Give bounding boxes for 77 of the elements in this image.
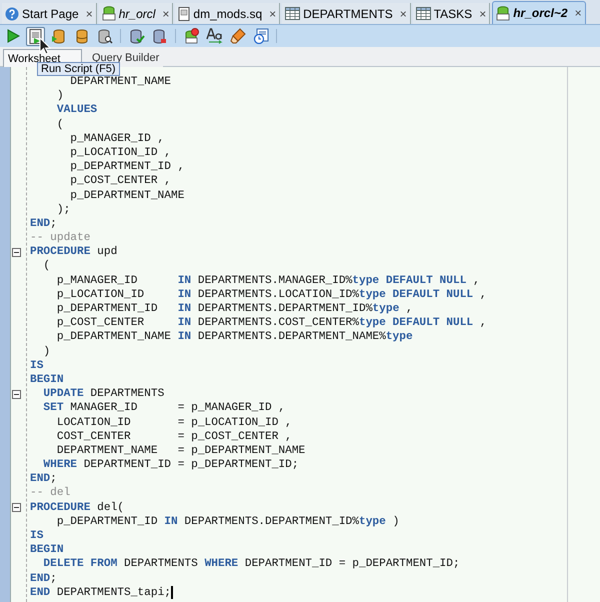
- play-icon: [6, 29, 20, 43]
- mouse-pointer-icon: [39, 37, 51, 55]
- code-line: p_DEPARTMENT_ID IN DEPARTMENTS.DEPARTMENT_ID%type ,: [56, 302, 413, 316]
- tab-label: hr_orcl: [118, 6, 156, 22]
- tooltip: Run Script (F5): [37, 62, 120, 76]
- code-line: IS: [30, 529, 44, 544]
- document-icon: [178, 6, 190, 20]
- code-line: ): [56, 89, 64, 104]
- code-line: (: [42, 259, 50, 274]
- code-line: PROCEDURE del(: [30, 500, 124, 515]
- eraser-icon: [230, 28, 246, 44]
- code-line: p_COST_CENTER IN DEPARTMENTS.COST_CENTER%type DEFAULT NULL ,: [56, 316, 487, 330]
- editor-tab[interactable]: dm_mods.sq ×: [175, 3, 280, 24]
- code-line: BEGIN: [30, 372, 64, 388]
- code-line: PROCEDURE upd: [30, 245, 118, 260]
- code-line: SET MANAGER_ID = p_MANAGER_ID ,: [42, 401, 286, 416]
- code-line: p_MANAGER_ID ,: [69, 132, 164, 146]
- code-line: VALUES: [56, 103, 98, 118]
- database-undo-icon: [152, 28, 168, 44]
- table-icon: [285, 7, 300, 20]
- code-line: END;: [30, 572, 57, 586]
- code-line: p_MANAGER_ID IN DEPARTMENTS.MANAGER_ID%type DEFAULT NULL ,: [56, 274, 480, 288]
- collapse-icon[interactable]: [12, 248, 21, 257]
- tab-label: TASKS: [434, 6, 472, 22]
- editor-tab[interactable]: hr_orcl~2 ×: [492, 1, 586, 24]
- help-icon: [5, 6, 19, 20]
- code-line: BEGIN: [30, 543, 64, 558]
- letter-case-icon: [206, 28, 223, 44]
- database-gear-icon: [184, 28, 200, 44]
- database-play-icon: [50, 28, 66, 44]
- editor-tab[interactable]: DEPARTMENTS ×: [282, 3, 411, 24]
- code-line: -- del: [30, 486, 70, 501]
- editor-tab[interactable]: TASKS ×: [412, 3, 490, 24]
- tab-label: Start Page: [22, 6, 79, 22]
- code-line: LOCATION_ID = p_LOCATION_ID ,: [56, 416, 292, 430]
- code-line: p_COST_CENTER ,: [69, 174, 171, 189]
- code-line: UPDATE DEPARTMENTS: [42, 387, 164, 402]
- collapse-icon[interactable]: [12, 503, 21, 512]
- code-line: p_LOCATION_ID ,: [69, 146, 171, 160]
- code-line: p_DEPARTMENT_NAME IN DEPARTMENTS.DEPARTMENT_NAME%type: [56, 330, 413, 345]
- code-line: -- update: [30, 231, 90, 246]
- code-line: END;: [30, 216, 57, 232]
- tab-label: dm_mods.sq: [193, 6, 262, 22]
- close-icon[interactable]: ×: [400, 4, 407, 22]
- tab-label: hr_orcl~2: [513, 5, 568, 22]
- database-search-icon: [96, 28, 112, 44]
- code-line: END;: [30, 472, 57, 486]
- close-icon[interactable]: ×: [269, 4, 276, 22]
- collapse-icon[interactable]: [12, 390, 21, 399]
- code-line: ): [42, 344, 50, 359]
- tab-label: DEPARTMENTS: [303, 6, 393, 22]
- database-check-icon: [128, 28, 144, 44]
- editor-tab[interactable]: Start Page ×: [2, 3, 97, 24]
- database-icon: [102, 6, 116, 21]
- database-icon: [496, 6, 510, 20]
- script-play-icon: [28, 28, 42, 44]
- close-icon[interactable]: ×: [479, 4, 486, 22]
- code-line: p_DEPARTMENT_ID ,: [69, 160, 184, 174]
- database-icon: [74, 28, 90, 44]
- clock-document-icon: [252, 28, 268, 44]
- code-line: COST_CENTER = p_COST_CENTER ,: [56, 430, 292, 444]
- close-icon[interactable]: ×: [86, 4, 93, 22]
- code-line: p_LOCATION_ID IN DEPARTMENTS.LOCATION_ID%type DEFAULT NULL ,: [56, 288, 487, 302]
- code-line: END DEPARTMENTS_tapi;: [30, 586, 172, 600]
- code-line: );: [56, 202, 70, 217]
- code-line: p_DEPARTMENT_ID IN DEPARTMENTS.DEPARTMENT_ID%type ): [56, 514, 400, 530]
- code-line: p_DEPARTMENT_NAME: [69, 188, 184, 203]
- code-line: WHERE DEPARTMENT_ID = p_DEPARTMENT_ID;: [42, 458, 299, 472]
- code-line: IS: [30, 358, 44, 373]
- code-line: DEPARTMENT_NAME = p_DEPARTMENT_NAME: [56, 444, 306, 458]
- close-icon[interactable]: ×: [574, 4, 582, 22]
- table-icon: [416, 7, 431, 20]
- editor-tab[interactable]: hr_orcl ×: [98, 3, 174, 24]
- code-line: DEPARTMENT_NAME: [69, 75, 171, 90]
- close-icon[interactable]: ×: [162, 4, 170, 22]
- code-line: DELETE FROM DEPARTMENTS WHERE DEPARTMENT_ID = p_DEPARTMENT_ID;: [42, 557, 460, 572]
- code-line: (: [56, 118, 64, 132]
